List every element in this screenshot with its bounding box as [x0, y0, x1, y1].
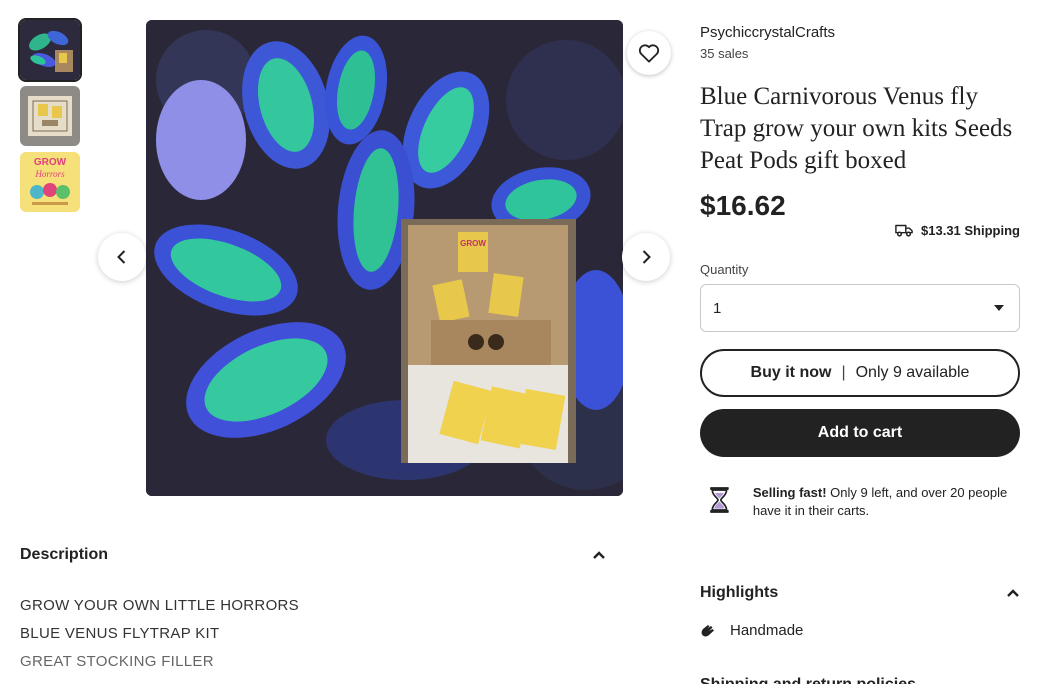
venus-flytrap-photo: GROW	[146, 20, 623, 496]
chevron-up-icon	[1007, 589, 1019, 597]
thumbnail-grow-your-own-horrors[interactable]: GROW Horrors	[20, 152, 80, 212]
highlight-item-handmade: Handmade	[700, 622, 803, 639]
add-to-cart-button[interactable]: Add to cart	[700, 409, 1020, 457]
availability-text: Only 9 available	[855, 364, 970, 381]
quantity-label: Quantity	[700, 262, 749, 277]
quantity-value: 1	[713, 299, 722, 317]
description-line: GROW YOUR OWN LITTLE HORRORS	[20, 597, 299, 614]
highlights-toggle[interactable]: Highlights	[700, 584, 1020, 602]
main-product-image: GROW	[146, 20, 623, 496]
sales-count: 35 sales	[700, 46, 749, 61]
caret-down-icon	[994, 305, 1004, 311]
buy-it-now-label: Buy it now	[750, 364, 832, 381]
shipping-price: $13.31 Shipping	[921, 222, 1020, 238]
svg-text:GROW: GROW	[34, 157, 67, 168]
chevron-right-icon	[642, 250, 651, 264]
description-toggle[interactable]: Description	[20, 546, 606, 564]
quantity-select[interactable]: 1	[700, 284, 1020, 332]
description-body: GROW YOUR OWN LITTLE HORRORS BLUE VENUS …	[20, 596, 299, 680]
description-heading: Description	[20, 546, 109, 563]
buy-now-separator: |	[841, 364, 846, 381]
svg-text:GROW: GROW	[460, 239, 486, 248]
buy-it-now-button[interactable]: Buy it now | Only 9 available	[700, 349, 1020, 397]
hand-icon	[701, 624, 714, 636]
heart-icon	[638, 44, 660, 63]
selling-fast-bold: Selling fast!	[752, 485, 827, 500]
listing-title: Blue Carnivorous Venus fly Trap grow you…	[700, 83, 1013, 174]
hourglass-icon	[710, 487, 729, 513]
thumbnail-strip: GROW Horrors	[18, 18, 82, 218]
shipping-policies-heading[interactable]: Shipping and return policies	[700, 676, 916, 684]
highlight-label: Handmade	[730, 622, 804, 639]
favorite-button[interactable]	[627, 31, 671, 75]
listing-info-panel: PsychiccrystalCrafts 35 sales Blue Carni…	[700, 20, 1020, 520]
thumbnail-venus-flytrap[interactable]	[18, 18, 82, 82]
next-image-button[interactable]	[622, 233, 670, 281]
selling-fast-notice: Selling fast! Only 9 left, and over 20 p…	[700, 481, 1020, 520]
svg-text:Horrors: Horrors	[34, 169, 65, 179]
description-line: GREAT STOCKING FILLER	[20, 653, 214, 670]
shipping-info: $13.31 Shipping	[700, 222, 1020, 238]
chevron-left-icon	[117, 250, 126, 264]
selling-fast-text: Selling fast! Only 9 left, and over 20 p…	[753, 484, 1020, 520]
highlights-heading: Highlights	[700, 584, 779, 601]
shop-name-link[interactable]: PsychiccrystalCrafts	[700, 24, 1020, 41]
kit-inset-photo: GROW	[401, 219, 576, 463]
truck-icon	[895, 224, 913, 237]
price: $16.62	[700, 190, 786, 221]
chevron-up-icon	[593, 551, 605, 559]
description-line: BLUE VENUS FLYTRAP KIT	[20, 625, 220, 642]
previous-image-button[interactable]	[98, 233, 146, 281]
thumbnail-kit-box[interactable]	[20, 86, 80, 146]
